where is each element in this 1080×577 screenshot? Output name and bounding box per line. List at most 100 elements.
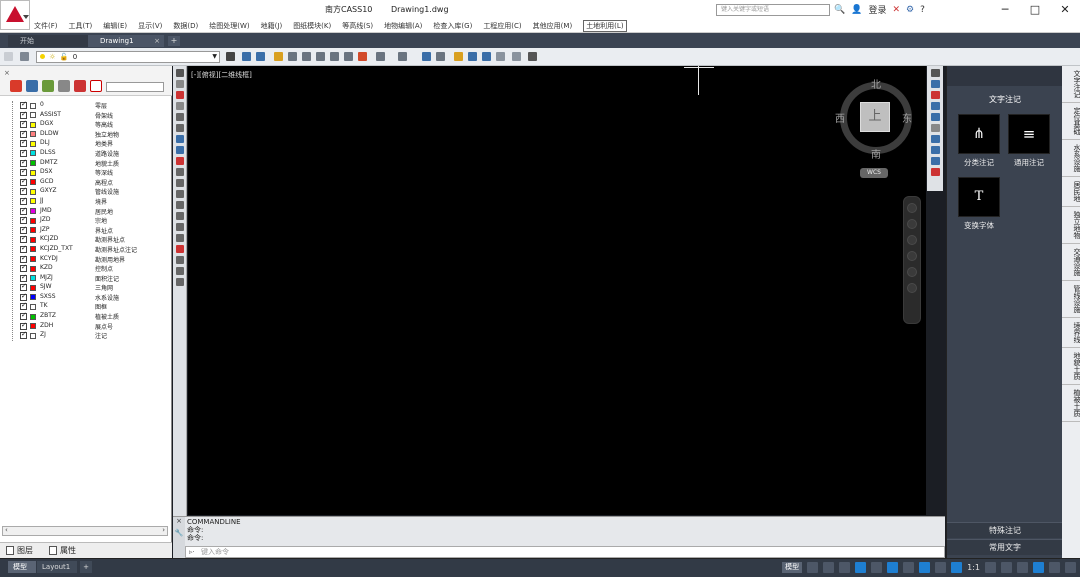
- layer-color-swatch[interactable]: [30, 323, 36, 330]
- layer-row[interactable]: DMTZ 地貌土质: [10, 158, 164, 169]
- compass-west[interactable]: 西: [835, 110, 845, 125]
- layer-row[interactable]: ASSIST 骨架线: [10, 110, 164, 121]
- common-text-button[interactable]: 常用文字: [947, 539, 1063, 555]
- close-icon[interactable]: ×: [4, 69, 10, 77]
- check-icon[interactable]: [90, 80, 102, 92]
- scale-icon[interactable]: [175, 234, 184, 242]
- new-tab-button[interactable]: +: [168, 36, 180, 46]
- layer-row[interactable]: JZD 宗地: [10, 215, 164, 226]
- navbar-menu-icon[interactable]: [907, 283, 917, 293]
- menu-item[interactable]: 工程应用(C): [483, 21, 521, 32]
- snap-icon[interactable]: [823, 562, 835, 573]
- properties-icon[interactable]: [358, 52, 367, 61]
- symbol-category-tab[interactable]: 地貌土质: [1062, 348, 1080, 385]
- add-layout-button[interactable]: +: [80, 561, 92, 573]
- annotation-scale-icon[interactable]: [951, 562, 963, 573]
- layer-row[interactable]: KCJZD_TXT 勘测界址点注记: [10, 244, 164, 255]
- layer-row[interactable]: ZDH 展点号: [10, 321, 164, 332]
- undo-icon[interactable]: [376, 52, 385, 61]
- zoom-extents-icon[interactable]: [344, 52, 353, 61]
- plus-icon[interactable]: [1001, 562, 1012, 573]
- layer-color-swatch[interactable]: [30, 121, 36, 128]
- tab-properties[interactable]: 属性: [49, 545, 76, 556]
- search-input[interactable]: 键入关键字或短语: [716, 4, 830, 16]
- polyline-icon[interactable]: [175, 80, 184, 88]
- layer-visibility-checkbox[interactable]: [20, 263, 27, 273]
- select-icon[interactable]: [930, 80, 940, 88]
- menu-item[interactable]: 数据(D): [173, 21, 198, 32]
- otrack-icon[interactable]: [903, 562, 915, 573]
- symbol-category-tab[interactable]: 居民地: [1062, 177, 1080, 207]
- measure-icon[interactable]: [930, 157, 940, 165]
- exchange-icon[interactable]: ✕: [892, 5, 900, 15]
- symbol-category-tab[interactable]: 独立地物: [1062, 207, 1080, 244]
- layer-visibility-checkbox[interactable]: [20, 254, 27, 263]
- pan-icon[interactable]: [288, 52, 297, 61]
- layer-filter-icon[interactable]: [26, 80, 38, 92]
- layer-row[interactable]: KCYDJ 勘测用地界: [10, 254, 164, 265]
- layer-color-swatch[interactable]: [30, 169, 36, 176]
- tab-start[interactable]: 开始: [8, 35, 88, 47]
- layer-color-swatch[interactable]: [30, 284, 36, 291]
- layer-color-swatch[interactable]: [30, 246, 36, 253]
- symbol-category-tab[interactable]: 交通设施: [1062, 244, 1080, 281]
- scale-readout[interactable]: 1:1: [967, 563, 980, 572]
- layer-row[interactable]: KCJZD 勘测界址点: [10, 234, 164, 245]
- layer-manager-icon[interactable]: [20, 52, 29, 61]
- move-icon[interactable]: [175, 212, 184, 220]
- horizontal-scrollbar[interactable]: ‹ ›: [2, 526, 168, 536]
- layer-visibility-checkbox[interactable]: [20, 225, 27, 234]
- layer-color-swatch[interactable]: [30, 332, 36, 339]
- layer-row[interactable]: ZBTZ 植被土质: [10, 311, 164, 322]
- layer-visibility-checkbox[interactable]: [20, 311, 27, 321]
- menu-item[interactable]: 工具(T): [69, 21, 93, 32]
- layer-color-swatch[interactable]: [30, 188, 36, 195]
- zoom-icon[interactable]: [907, 235, 917, 245]
- layer-row[interactable]: GCD 高程点: [10, 177, 164, 188]
- layer-visibility-checkbox[interactable]: [20, 273, 27, 282]
- layer-color-swatch[interactable]: [30, 179, 36, 186]
- measure-icon[interactable]: [496, 52, 505, 61]
- symbol-category-tab[interactable]: 文字注记: [1062, 66, 1080, 103]
- symbol-category-tab[interactable]: 管线设施: [1062, 281, 1080, 318]
- layer-row[interactable]: JMD 居民地: [10, 206, 164, 217]
- tab-layout1[interactable]: Layout1: [37, 561, 77, 573]
- viewport-controls[interactable]: [-][俯视][二维线框]: [191, 70, 252, 80]
- new-icon[interactable]: [242, 52, 251, 61]
- menu-item[interactable]: 检查入库(G): [433, 21, 472, 32]
- layer-color-swatch[interactable]: [30, 208, 36, 215]
- move-icon[interactable]: [468, 52, 477, 61]
- chevron-left-icon[interactable]: ‹: [5, 526, 8, 534]
- grid-icon[interactable]: [807, 562, 819, 573]
- tab-layers[interactable]: 图层: [6, 545, 33, 556]
- stop-icon[interactable]: [930, 168, 940, 176]
- layer-visibility-checkbox[interactable]: [20, 244, 27, 253]
- layer-row[interactable]: DGX 等高线: [10, 119, 164, 130]
- menu-item[interactable]: 地物编辑(A): [384, 21, 422, 32]
- layer-visibility-checkbox[interactable]: [20, 321, 27, 330]
- layer-color-swatch[interactable]: [30, 227, 36, 234]
- polar-icon[interactable]: [855, 562, 867, 573]
- compass-east[interactable]: 东: [902, 110, 912, 125]
- open-icon[interactable]: [274, 52, 283, 61]
- block-icon[interactable]: [175, 135, 184, 143]
- layer-filter-input[interactable]: [106, 82, 164, 92]
- layer-row[interactable]: KZD 控制点: [10, 263, 164, 274]
- menu-item[interactable]: 地籍(J): [261, 21, 283, 32]
- layer-visibility-checkbox[interactable]: [20, 215, 27, 225]
- layer-visibility-checkbox[interactable]: [20, 234, 27, 244]
- text-icon[interactable]: [930, 135, 940, 143]
- general-note-button[interactable]: ≡ 通用注记: [1007, 114, 1051, 168]
- menu-item[interactable]: 其他应用(M): [533, 21, 573, 32]
- layer-color-swatch[interactable]: [30, 313, 36, 320]
- layer-visibility-checkbox[interactable]: [20, 196, 27, 205]
- query-icon[interactable]: [930, 69, 940, 77]
- workspace-gear-icon[interactable]: [985, 562, 996, 573]
- zoom-window-icon[interactable]: [316, 52, 325, 61]
- compass-south[interactable]: 南: [871, 146, 881, 161]
- layer-color-swatch[interactable]: [30, 265, 36, 272]
- special-note-button[interactable]: 特殊注记: [947, 522, 1063, 538]
- symbol-category-tab[interactable]: 境界线: [1062, 318, 1080, 348]
- layer-visibility-checkbox[interactable]: [20, 330, 27, 340]
- layer-visibility-checkbox[interactable]: [20, 100, 27, 109]
